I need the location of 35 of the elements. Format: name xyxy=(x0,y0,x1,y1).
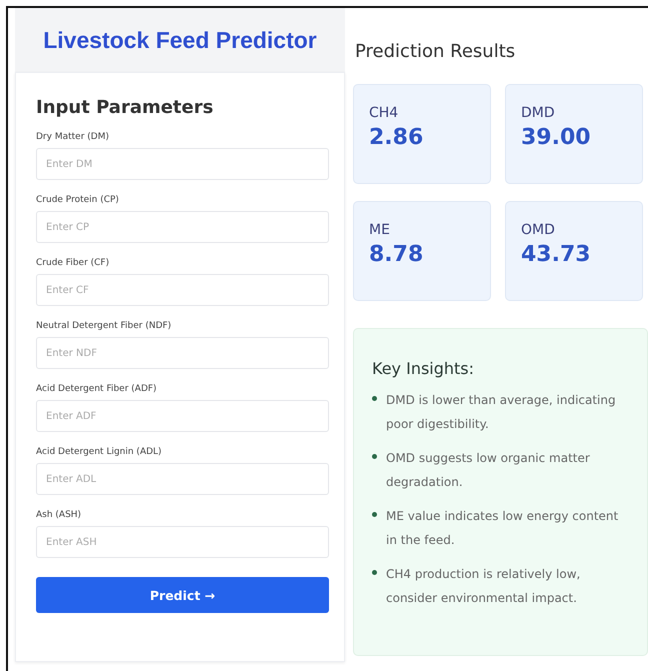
insight-text: ME value indicates low energy content in the feed. xyxy=(386,508,620,549)
field-label: Acid Detergent Fiber (ADF) xyxy=(36,384,157,394)
result-label: DMD xyxy=(521,105,555,121)
input-field[interactable]: Enter NDF xyxy=(36,337,329,369)
bullet-icon xyxy=(372,570,377,575)
bullet-icon xyxy=(372,454,377,459)
input-field[interactable]: Enter ASH xyxy=(36,526,329,558)
results-title: Prediction Results xyxy=(355,41,516,62)
input-field[interactable]: Enter DM xyxy=(36,148,329,180)
result-label: CH4 xyxy=(369,105,398,121)
field-label: Acid Detergent Lignin (ADL) xyxy=(36,447,162,457)
result-value: 8.78 xyxy=(369,242,424,267)
result-value: 2.86 xyxy=(369,125,424,150)
input-field[interactable]: Enter CP xyxy=(36,211,329,243)
app-title: Livestock Feed Predictor xyxy=(43,26,317,54)
result-label: OMD xyxy=(521,222,555,238)
field-label: Crude Protein (CP) xyxy=(36,195,119,205)
result-value: 43.73 xyxy=(521,242,591,267)
bullet-icon xyxy=(372,512,377,517)
input-field[interactable]: Enter ADF xyxy=(36,400,329,432)
field-label: Dry Matter (DM) xyxy=(36,132,109,142)
insight-text: DMD is lower than average, indicating poor digestibility. xyxy=(386,392,617,433)
result-value: 39.00 xyxy=(521,125,591,150)
insight-text: OMD suggests low organic matter degradation. xyxy=(386,450,591,491)
input-field[interactable]: Enter CF xyxy=(36,274,329,306)
field-label: Ash (ASH) xyxy=(36,510,82,520)
input-field[interactable]: Enter ADL xyxy=(36,463,329,495)
field-label: Crude Fiber (CF) xyxy=(36,258,110,268)
insights-title: Key Insights: xyxy=(372,359,474,378)
field-label: Neutral Detergent Fiber (NDF) xyxy=(36,321,172,331)
predict-button[interactable]: Predict → xyxy=(36,577,329,613)
bullet-icon xyxy=(372,396,377,401)
panel-title: Input Parameters xyxy=(36,97,214,118)
insight-text: CH4 production is relatively low, consider environmental impact. xyxy=(386,566,582,607)
result-label: ME xyxy=(369,222,390,238)
